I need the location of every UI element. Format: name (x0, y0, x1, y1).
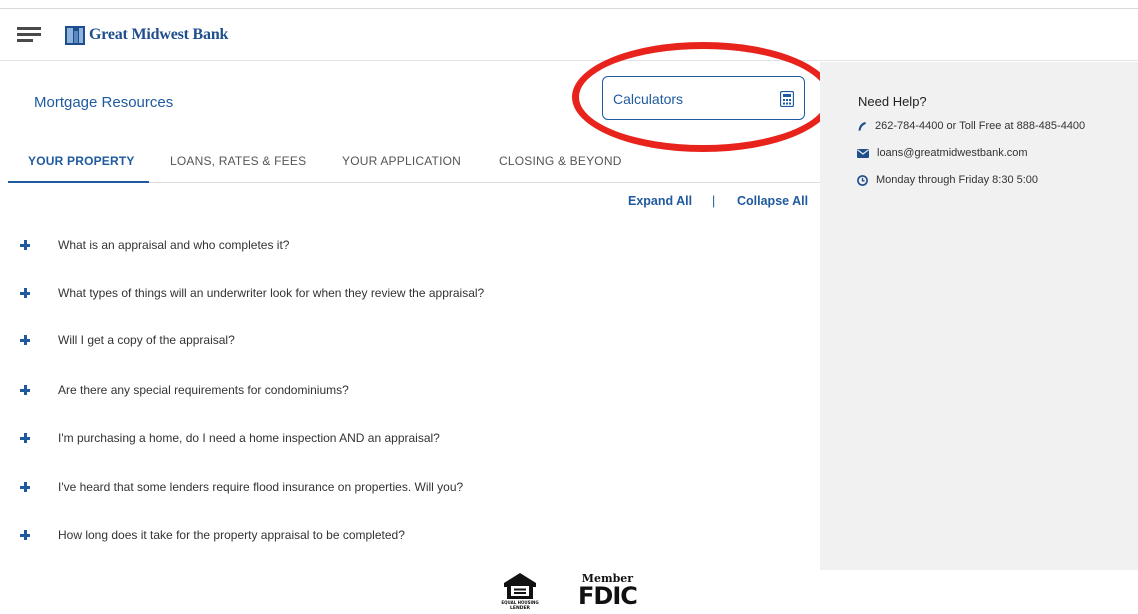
svg-text:EQUAL HOUSING: EQUAL HOUSING (501, 600, 538, 605)
bank-logo[interactable]: Great Midwest Bank (64, 23, 228, 47)
footer-logos: EQUAL HOUSING LENDER Member FDIC (500, 570, 660, 611)
bank-logo-icon (65, 26, 85, 45)
link-separator: | (712, 194, 716, 208)
faq-item[interactable]: Will I get a copy of the appraisal? (20, 329, 235, 351)
help-email-text: loans@greatmidwestbank.com (877, 147, 1028, 159)
calculators-button[interactable]: Calculators (602, 76, 805, 120)
collapse-all-link[interactable]: Collapse All (737, 194, 808, 208)
faq-question: I've heard that some lenders require flo… (58, 480, 464, 494)
equal-housing-lender-logo: EQUAL HOUSING LENDER (501, 573, 539, 610)
plus-icon (20, 288, 30, 298)
fdic-logo: Member FDIC (578, 573, 638, 610)
plus-icon (20, 530, 30, 540)
faq-question: What is an appraisal and who completes i… (58, 238, 290, 252)
main-content: Mortgage Resources Calculators YOUR PROP… (0, 42, 834, 572)
tab-loans-rates-fees[interactable]: LOANS, RATES & FEES (170, 142, 306, 183)
faq-item[interactable]: How long does it take for the property a… (20, 524, 405, 546)
faq-item[interactable]: Are there any special requirements for c… (20, 379, 349, 401)
expand-all-link[interactable]: Expand All (628, 194, 692, 208)
help-hours: Monday through Friday 8:30 5:00 (857, 174, 1038, 186)
faq-question: Are there any special requirements for c… (58, 383, 349, 397)
help-sidebar: Need Help? 262-784-4400 or Toll Free at … (820, 62, 1138, 570)
help-title: Need Help? (858, 94, 927, 109)
faq-question: How long does it take for the property a… (58, 528, 405, 542)
help-hours-text: Monday through Friday 8:30 5:00 (876, 174, 1039, 186)
plus-icon (20, 385, 30, 395)
faq-item[interactable]: What types of things will an underwriter… (20, 282, 484, 304)
envelope-icon (857, 148, 869, 158)
faq-item[interactable]: What is an appraisal and who completes i… (20, 234, 289, 256)
plus-icon (20, 482, 30, 492)
tab-your-property[interactable]: YOUR PROPERTY (8, 142, 149, 183)
help-phone-text: 262-784-4400 or Toll Free at 888-485-440… (875, 120, 1086, 132)
faq-item[interactable]: I'm purchasing a home, do I need a home … (20, 427, 440, 449)
hamburger-menu-icon[interactable] (17, 27, 41, 43)
faq-item[interactable]: I've heard that some lenders require flo… (20, 476, 463, 498)
calculators-label: Calculators (613, 91, 684, 107)
phone-icon (858, 121, 866, 131)
clock-icon (857, 174, 868, 186)
tab-closing-beyond[interactable]: CLOSING & BEYOND (499, 142, 622, 183)
plus-icon (20, 240, 30, 250)
site-header: Great Midwest Bank (0, 9, 1138, 61)
help-phone[interactable]: 262-784-4400 or Toll Free at 888-485-440… (857, 120, 1085, 132)
plus-icon (20, 433, 30, 443)
faq-question: What types of things will an underwriter… (58, 286, 485, 300)
calculator-icon (780, 91, 794, 107)
tab-bar: YOUR PROPERTY LOANS, RATES & FEES YOUR A… (8, 142, 820, 183)
help-email[interactable]: loans@greatmidwestbank.com (857, 147, 1028, 159)
bank-name: Great Midwest Bank (89, 26, 229, 43)
svg-text:LENDER: LENDER (510, 605, 531, 610)
faq-question: Will I get a copy of the appraisal? (58, 333, 235, 347)
tab-your-application[interactable]: YOUR APPLICATION (342, 142, 461, 183)
faq-question: I'm purchasing a home, do I need a home … (58, 431, 440, 445)
fdic-text: FDIC (578, 582, 638, 610)
page-title: Mortgage Resources (34, 94, 174, 111)
plus-icon (20, 335, 30, 345)
